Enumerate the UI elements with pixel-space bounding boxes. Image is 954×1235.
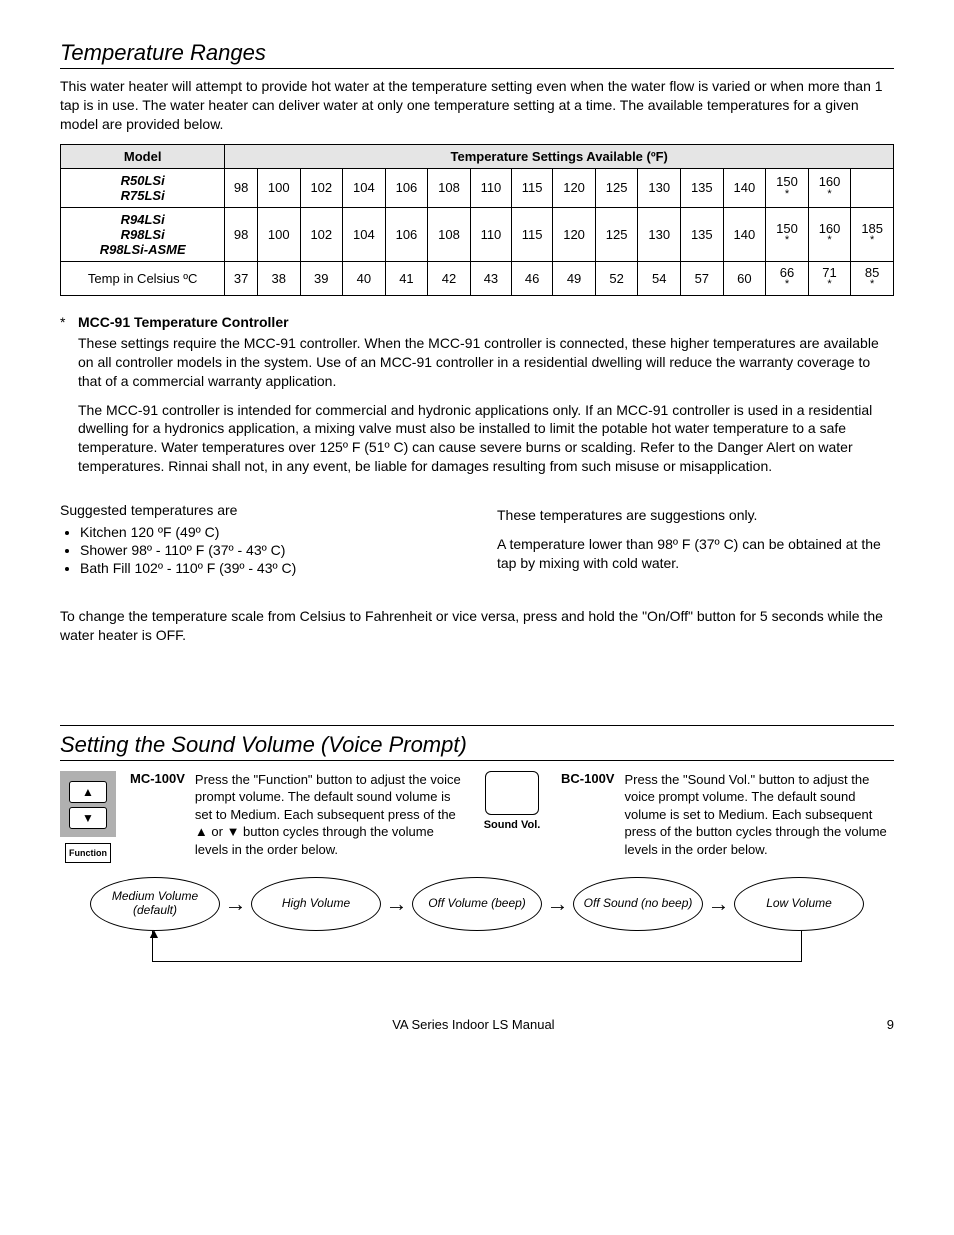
right-paragraph: These temperatures are suggestions only. (497, 506, 894, 525)
temp-cell: 60 (723, 261, 766, 295)
temp-cell: 42 (428, 261, 471, 295)
temp-cell: 160* (808, 207, 851, 261)
scale-change-text: To change the temperature scale from Cel… (60, 607, 894, 645)
temp-cell: 150* (766, 207, 809, 261)
temp-cell: 43 (470, 261, 511, 295)
temp-cell: 150* (766, 168, 809, 207)
list-item: Kitchen 120 ºF (49º C) (80, 524, 457, 540)
arrow-up-icon: ▲ (147, 925, 161, 941)
bc-instructions: Press the "Sound Vol." button to adjust … (624, 771, 894, 859)
mc-instructions: Press the "Function" button to adjust th… (195, 771, 463, 859)
temp-cell (851, 168, 894, 207)
temp-cell: 135 (681, 207, 724, 261)
temp-cell: 49 (553, 261, 596, 295)
bc100v-remote-diagram: Sound Vol. (477, 771, 547, 831)
footnote-marker: * (60, 314, 78, 486)
temp-cell: 85* (851, 261, 894, 295)
temp-cell: 140 (723, 168, 766, 207)
up-arrow-icon: ▲ (69, 781, 107, 803)
temp-cell: 110 (470, 207, 511, 261)
flow-step: High Volume (251, 877, 381, 931)
model-label: R75LSi (65, 188, 220, 203)
temp-cell: 125 (595, 168, 638, 207)
temperature-table: Model Temperature Settings Available (ºF… (60, 144, 894, 296)
arrow-right-icon: → (547, 891, 569, 917)
arrow-right-icon: → (225, 891, 247, 917)
model-label: R50LSi (65, 173, 220, 188)
flow-step: Low Volume (734, 877, 864, 931)
th-temps: Temperature Settings Available (ºF) (225, 144, 894, 168)
function-button-label: Function (65, 843, 111, 863)
temp-cell: 100 (257, 168, 300, 207)
temp-cell: 100 (257, 207, 300, 261)
arrow-right-icon: → (708, 891, 730, 917)
th-model: Model (61, 144, 225, 168)
temp-cell: 115 (512, 168, 553, 207)
sound-vol-label: Sound Vol. (477, 819, 547, 831)
temp-cell: 66* (766, 261, 809, 295)
temp-cell: 135 (681, 168, 724, 207)
temp-cell: 98 (225, 168, 258, 207)
temp-cell: 71* (808, 261, 851, 295)
temp-cell: 52 (595, 261, 638, 295)
temp-cell: 130 (638, 168, 681, 207)
temp-cell: 104 (343, 168, 386, 207)
table-row: R94LSi R98LSi R98LSi-ASME 98100102104106… (61, 207, 894, 261)
volume-flow-diagram: Medium Volume (default) → High Volume → … (60, 877, 894, 987)
temp-cell: 102 (300, 207, 343, 261)
mc100v-remote-diagram: ▲ ▼ Function (60, 771, 116, 863)
list-item: Bath Fill 102º - 110º F (39º - 43º C) (80, 560, 457, 576)
page-number: 9 (887, 1017, 894, 1032)
temp-cell: 54 (638, 261, 681, 295)
mc-model-label: MC-100V (130, 771, 185, 859)
temp-cell: 108 (428, 207, 471, 261)
suggest-list: Kitchen 120 ºF (49º C) Shower 98º - 110º… (60, 524, 457, 576)
down-arrow-icon: ▼ (69, 807, 107, 829)
section-heading-sound: Setting the Sound Volume (Voice Prompt) (60, 732, 894, 761)
arrow-right-icon: → (386, 891, 408, 917)
note-paragraph: These settings require the MCC-91 contro… (78, 334, 894, 391)
temp-cell: 110 (470, 168, 511, 207)
temp-cell: 125 (595, 207, 638, 261)
temp-cell: 102 (300, 168, 343, 207)
note-title: MCC-91 Temperature Controller (78, 314, 894, 330)
temp-cell: 37 (225, 261, 258, 295)
row-label-celsius: Temp in Celsius ºC (61, 261, 225, 295)
temp-cell: 140 (723, 207, 766, 261)
temp-cell: 98 (225, 207, 258, 261)
model-label: R98LSi-ASME (65, 242, 220, 257)
list-item: Shower 98º - 110º F (37º - 43º C) (80, 542, 457, 558)
temp-cell: 38 (257, 261, 300, 295)
suggest-intro: Suggested temperatures are (60, 502, 457, 518)
temp-cell: 39 (300, 261, 343, 295)
temp-cell: 46 (512, 261, 553, 295)
temp-cell: 108 (428, 168, 471, 207)
intro-text: This water heater will attempt to provid… (60, 77, 894, 134)
temp-cell: 106 (385, 168, 428, 207)
section-heading-temp: Temperature Ranges (60, 40, 894, 69)
table-row: R50LSi R75LSi 98100102104106108110115120… (61, 168, 894, 207)
flow-step: Off Volume (beep) (412, 877, 542, 931)
flow-step: Medium Volume (default) (90, 877, 220, 931)
flow-step: Off Sound (no beep) (573, 877, 703, 931)
note-paragraph: The MCC-91 controller is intended for co… (78, 401, 894, 477)
temp-cell: 115 (512, 207, 553, 261)
temp-cell: 130 (638, 207, 681, 261)
model-label: R98LSi (65, 227, 220, 242)
table-row: Temp in Celsius ºC 373839404142434649525… (61, 261, 894, 295)
temp-cell: 160* (808, 168, 851, 207)
temp-cell: 185* (851, 207, 894, 261)
footer-title: VA Series Indoor LS Manual (392, 1017, 554, 1032)
temp-cell: 104 (343, 207, 386, 261)
bc-model-label: BC-100V (561, 771, 614, 859)
temp-cell: 57 (681, 261, 724, 295)
right-paragraph: A temperature lower than 98º F (37º C) c… (497, 535, 894, 573)
temp-cell: 106 (385, 207, 428, 261)
temp-cell: 41 (385, 261, 428, 295)
temp-cell: 120 (553, 207, 596, 261)
temp-cell: 120 (553, 168, 596, 207)
temp-cell: 40 (343, 261, 386, 295)
model-label: R94LSi (65, 212, 220, 227)
